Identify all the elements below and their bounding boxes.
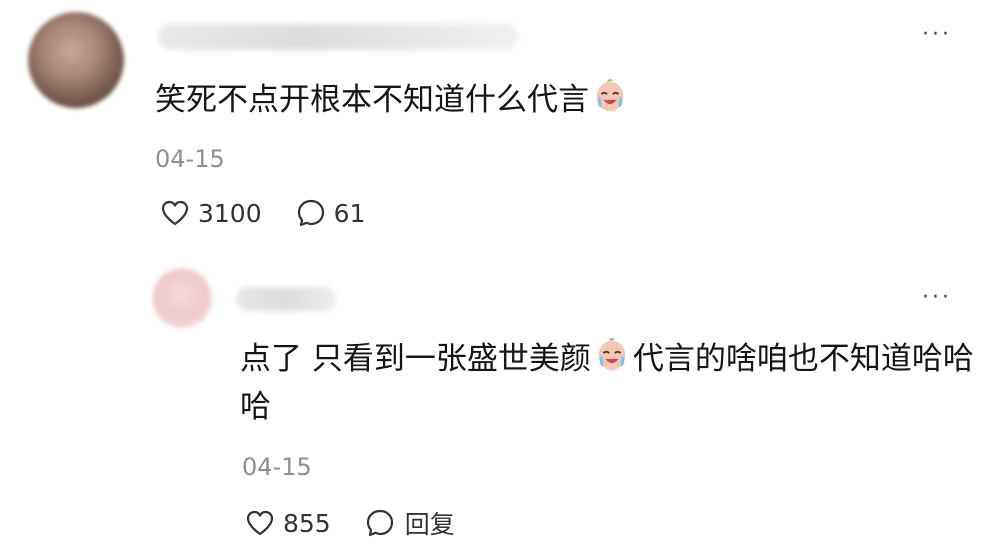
comment-bubble-icon (297, 199, 324, 227)
heart-icon (246, 510, 274, 536)
comment-text: 笑死不点开根本不知道什么代言 (155, 78, 631, 126)
replier-username-blurred[interactable] (236, 287, 336, 311)
reply-button[interactable]: 回复 (365, 505, 455, 541)
crying-laughing-emoji-icon (591, 78, 629, 126)
crying-laughing-emoji-icon (593, 337, 631, 386)
heart-icon (161, 200, 189, 226)
commenter-username-blurred[interactable] (158, 24, 518, 50)
reply-count: 61 (333, 198, 366, 228)
reply-more-button[interactable]: ··· (922, 287, 952, 309)
comment-actions: 3100 61 (160, 198, 365, 228)
like-button[interactable]: 3100 (160, 199, 262, 228)
like-button[interactable]: 855 (245, 509, 331, 538)
comment-more-button[interactable]: ··· (922, 24, 952, 46)
comment-bubble-icon (366, 509, 393, 537)
comment-date: 04-15 (155, 145, 225, 173)
comment-text-part: 笑死不点开根本不知道什么代言 (155, 82, 589, 118)
reply-text-part-1: 点了 只看到一张盛世美颜 (240, 341, 591, 377)
reply-count-button[interactable]: 61 (296, 198, 366, 228)
like-count: 855 (283, 508, 331, 538)
replier-avatar[interactable] (152, 268, 212, 328)
reply-date: 04-15 (242, 453, 312, 481)
reply-label: 回复 (404, 510, 455, 539)
reply-text: 点了 只看到一张盛世美颜 代言的啥咱也不知道哈哈哈 (240, 337, 980, 428)
commenter-avatar[interactable] (28, 12, 124, 108)
like-count: 3100 (198, 198, 262, 228)
reply-actions: 855 回复 (245, 505, 455, 541)
